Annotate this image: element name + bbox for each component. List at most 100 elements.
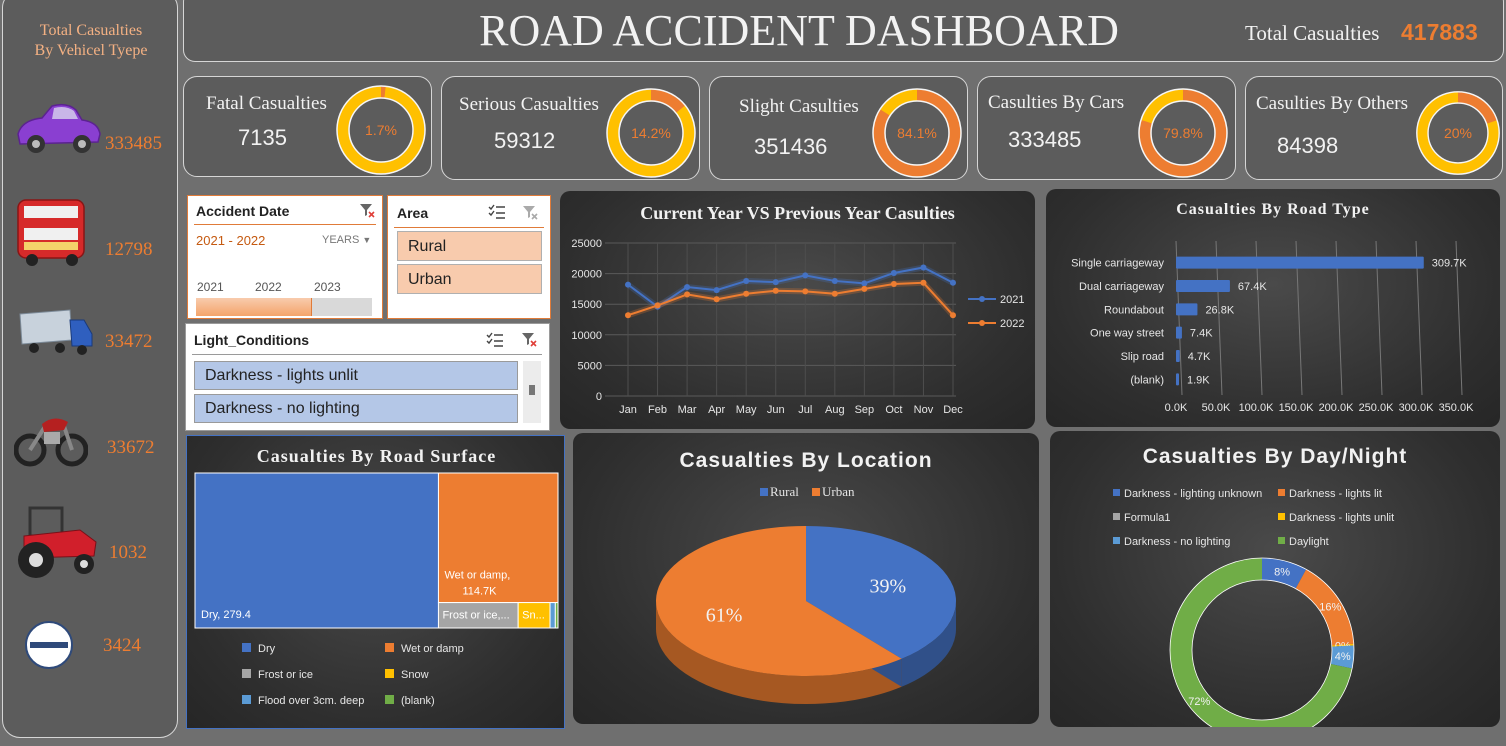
bar-value-label: 1.9K xyxy=(1187,374,1210,386)
timeline-year-2023: 2023 xyxy=(314,280,341,294)
bar xyxy=(1176,280,1230,292)
treemap-label-wet-value: 114.7K xyxy=(462,586,497,598)
bar xyxy=(1176,256,1424,269)
donut-inner-edge xyxy=(1191,579,1333,721)
bar xyxy=(1176,326,1182,339)
legend-label: Darkness - no lighting xyxy=(1124,536,1230,548)
bar-value-label: 4.7K xyxy=(1188,351,1211,363)
legend-label: Wet or damp xyxy=(401,643,464,655)
truck-icon xyxy=(19,309,93,355)
light-option-no-lighting[interactable]: Darkness - no lighting xyxy=(194,394,518,423)
x-tick-label: 200.0K xyxy=(1319,402,1355,414)
timeline-bar-unselected[interactable] xyxy=(312,298,372,316)
data-point-2022 xyxy=(654,302,661,309)
legend-label: Darkness - lights unlit xyxy=(1289,512,1394,524)
data-point-2022 xyxy=(920,279,927,286)
y-tick-label: 10000 xyxy=(571,330,602,342)
treemap-cell-wet xyxy=(437,472,559,604)
clear-filter-icon[interactable] xyxy=(521,203,539,221)
legend-label-2022: 2022 xyxy=(1000,318,1024,330)
tractor-casualties-value: 1032 xyxy=(109,542,147,563)
treemap-cell-label: Frost or ice,... xyxy=(442,610,509,622)
kpi-cars-label: Casulties By Cars xyxy=(988,92,1125,113)
kpi-cars-value: 333485 xyxy=(1008,127,1082,152)
x-tick-label: 0.0K xyxy=(1165,402,1188,414)
legend-marker-2022 xyxy=(979,320,985,326)
kpi-cars-pct: 79.8% xyxy=(1163,125,1203,141)
kpi-others-value: 84398 xyxy=(1277,133,1339,158)
clear-filter-icon[interactable] xyxy=(520,330,538,348)
data-point-2021 xyxy=(861,280,868,287)
kpi-fatal-value: 7135 xyxy=(238,125,287,150)
treemap-label-dry: Dry, 279.4 xyxy=(201,609,251,621)
donut-label: 8% xyxy=(1274,567,1290,579)
accident-date-slicer[interactable]: Accident Date 2021 - 2022 YEARS ▼ 2021 2… xyxy=(187,195,383,319)
data-point-2021 xyxy=(802,272,809,279)
car-casualties-value: 333485 xyxy=(105,133,162,154)
light-conditions-title: Light_Conditions xyxy=(194,332,310,348)
legend-marker-2021 xyxy=(979,296,985,302)
timeline-level-dropdown[interactable]: YEARS ▼ xyxy=(322,234,371,246)
area-slicer-title: Area xyxy=(397,205,429,221)
x-tick-label: Nov xyxy=(914,404,934,416)
accident-date-title: Accident Date xyxy=(196,203,290,219)
multi-select-icon[interactable] xyxy=(488,203,506,221)
x-tick-label: Sep xyxy=(855,404,875,416)
sidebar-title: Total Casualties By Vehicel Tyepe xyxy=(3,21,179,61)
x-tick-label: 100.0K xyxy=(1239,402,1275,414)
timeline-level-label: YEARS xyxy=(322,234,360,246)
pie-label-Urban: 61% xyxy=(706,605,743,627)
sidebar-title-line2: By Vehicel Tyepe xyxy=(34,42,148,59)
category-label: One way street xyxy=(1090,328,1164,340)
data-point-2021 xyxy=(625,281,631,288)
area-slicer[interactable]: Area Rural Urban xyxy=(387,195,551,319)
treemap-cell-dry xyxy=(194,472,439,629)
clear-filter-icon[interactable] xyxy=(358,201,376,219)
legend-swatch xyxy=(385,643,394,652)
data-point-2021 xyxy=(713,287,720,294)
donut-label: 16% xyxy=(1319,601,1341,613)
legend-label: Snow xyxy=(401,669,429,681)
light-conditions-slicer[interactable]: Light_Conditions Darkness - lights unlit… xyxy=(185,323,550,431)
treemap-cell-label: Sn... xyxy=(522,610,545,622)
timeline-bar-selected[interactable] xyxy=(196,298,312,316)
light-option-lights-unlit[interactable]: Darkness - lights unlit xyxy=(194,361,518,390)
data-point-2022 xyxy=(743,290,750,297)
area-option-rural[interactable]: Rural xyxy=(397,231,542,261)
cy-vs-py-chart-panel: Current Year VS Previous Year Casulties … xyxy=(560,191,1035,429)
bar xyxy=(1176,350,1180,362)
location-pie: 39% 61% Rural Urban xyxy=(655,484,956,704)
kpi-slight: Slight Casulties 351436 84.1% xyxy=(709,76,968,180)
kpi-fatal: Fatal Casualties 7135 1.7% xyxy=(183,76,432,177)
legend-swatch xyxy=(1278,489,1285,496)
x-tick-label: Jun xyxy=(767,404,785,416)
treemap-cell xyxy=(554,602,559,629)
day-night-donut: 8%16%0%4%72%Darkness - lighting unknown D… xyxy=(1113,488,1394,727)
series-line-2022 xyxy=(627,281,954,317)
data-point-2022 xyxy=(950,312,956,319)
total-casualties-value: 417883 xyxy=(1401,19,1478,45)
kpi-others: Casulties By Others 84398 20% xyxy=(1245,76,1503,180)
x-tick-label: 300.0K xyxy=(1399,402,1435,414)
x-tick-label: Aug xyxy=(825,404,845,416)
no-entry-icon xyxy=(25,621,73,669)
area-option-urban[interactable]: Urban xyxy=(397,264,542,294)
scrollbar-thumb[interactable] xyxy=(529,385,535,395)
legend-label: Daylight xyxy=(1289,536,1329,548)
data-point-2022 xyxy=(713,296,720,303)
slicer-scrollbar[interactable] xyxy=(523,361,541,423)
category-label: Dual carriageway xyxy=(1079,281,1164,293)
kpi-fatal-label: Fatal Casualties xyxy=(206,93,327,114)
road-surface-treemap: Dry, 279.4 Wet or damp, 114.7K Frost or ice… xyxy=(194,472,559,707)
cy-vs-py-chart: 0 5000 10000 15000 20000 25000 Jan Feb Mar Apr May… xyxy=(571,238,1024,416)
accident-date-divider xyxy=(194,224,376,225)
x-tick-label: Dec xyxy=(943,404,963,416)
kpi-donut-share xyxy=(1457,92,1497,124)
y-tick-label: 20000 xyxy=(571,269,602,281)
legend-label: Formula1 xyxy=(1124,512,1170,524)
x-tick-label: Jan xyxy=(619,404,637,416)
multi-select-icon[interactable] xyxy=(486,331,504,349)
x-tick-label: 350.0K xyxy=(1439,402,1475,414)
data-point-2022 xyxy=(625,312,631,319)
legend-label: (blank) xyxy=(401,695,435,707)
